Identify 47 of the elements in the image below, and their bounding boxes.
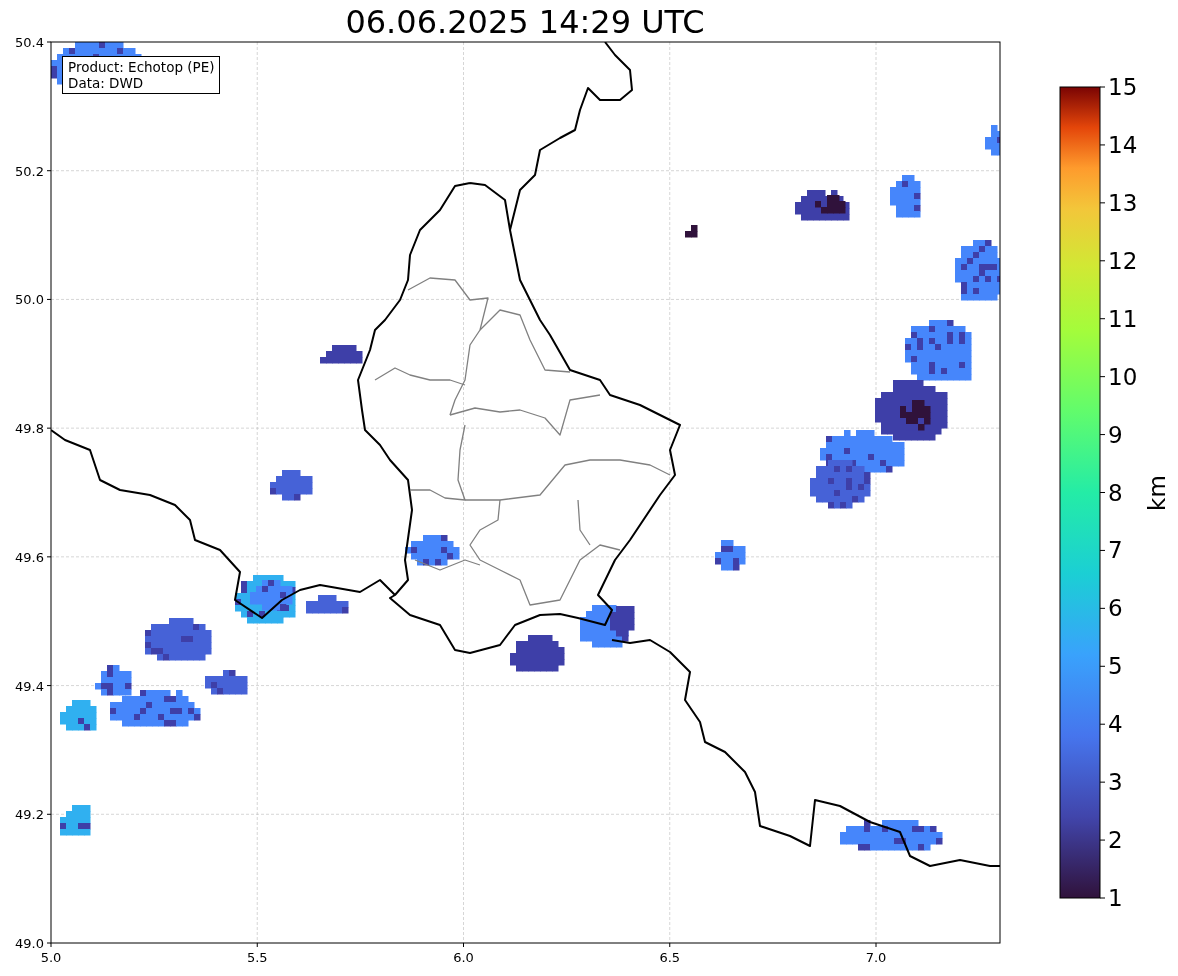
colorbar-tick-label: 8: [1108, 479, 1123, 506]
colorbar-tick-mark: [1099, 607, 1106, 609]
legend-text: Data: DWD: [68, 75, 145, 91]
colorbar-tick-label: 3: [1108, 769, 1123, 796]
axis-tick-label: 49.0: [15, 936, 44, 951]
colorbar-tick-mark: [1099, 492, 1106, 493]
colorbar-tick-label: 7: [1108, 537, 1123, 564]
axis-tick-label: 5.5: [246, 950, 268, 965]
colorbar-tick-label: 6: [1108, 595, 1123, 622]
plot-title: 06.06.2025 14:29 UTC: [344, 2, 706, 42]
colorbar-tick-label: 10: [1108, 363, 1138, 390]
colorbar-tick-label: 9: [1108, 421, 1123, 448]
axis-tick-label: 5.0: [40, 950, 62, 965]
colorbar-tick-mark: [1099, 897, 1106, 899]
axis-tick-label: 6.5: [659, 950, 681, 965]
colorbar-tick-mark: [1099, 723, 1106, 725]
colorbar-tick-label: 13: [1108, 189, 1138, 216]
axis-tick-label: 49.2: [15, 807, 44, 823]
colorbar-tick-label: 1: [1108, 885, 1123, 911]
axis-tick-label: 50.4: [15, 35, 44, 50]
colorbar-tick-mark: [1099, 86, 1106, 88]
axis-tick-label: 6.0: [453, 950, 474, 965]
colorbar-tick-label: 12: [1108, 247, 1138, 274]
colorbar-tick-label: 2: [1108, 827, 1123, 854]
colorbar-tick-label: 14: [1108, 131, 1138, 158]
colorbar-tick-mark: [1099, 260, 1106, 262]
colorbar-tick-mark: [1099, 318, 1106, 320]
colorbar-tick-label: 11: [1108, 305, 1138, 332]
colorbar-tick-mark: [1099, 839, 1106, 841]
colorbar-tick-mark: [1099, 781, 1106, 783]
colorbar-tick-label: 5: [1108, 653, 1123, 680]
axis-tick-label: 7.0: [865, 950, 887, 965]
axis-tick-label: 49.4: [15, 678, 44, 694]
colorbar-label: km: [1144, 475, 1170, 511]
legend-text: Product: Echotop (PE): [68, 59, 215, 75]
colorbar-tick-mark: [1099, 549, 1106, 551]
colorbar-tick-mark: [1099, 144, 1106, 146]
colorbar-tick-label: 4: [1108, 711, 1123, 738]
colorbar-tick-mark: [1099, 665, 1106, 667]
colorbar-tick-label: 15: [1108, 74, 1138, 100]
axis-tick-label: 50.2: [15, 163, 44, 179]
axis-tick-label: 49.8: [15, 421, 44, 437]
colorbar-tick-mark: [1099, 434, 1106, 436]
axis-tick-label: 49.6: [15, 549, 44, 565]
axis-tick-label: 50.0: [15, 292, 44, 308]
colorbar-tick-mark: [1099, 376, 1106, 378]
colorbar-tick-mark: [1099, 202, 1106, 204]
